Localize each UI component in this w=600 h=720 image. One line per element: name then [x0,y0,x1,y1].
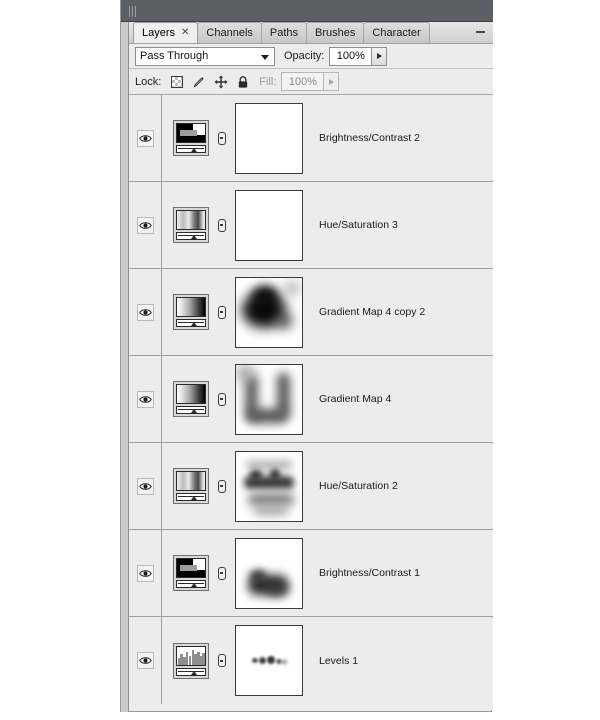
panel-menu-icon[interactable] [473,26,487,38]
layer-mask-thumbnail[interactable] [235,189,303,261]
tab-channels[interactable]: Channels [197,22,262,43]
table-row[interactable]: Gradient Map 4 copy 2 [129,268,493,356]
eye-icon[interactable] [136,390,154,408]
layer-thumbnails [162,95,303,182]
tab-character[interactable]: Character [363,22,430,43]
eye-icon[interactable] [136,129,154,147]
fill-value: 100% [288,75,317,88]
link-icon[interactable] [215,294,229,330]
layer-name[interactable]: Levels 1 [303,655,493,667]
layer-name[interactable]: Brightness/Contrast 2 [303,132,493,144]
link-icon[interactable] [215,381,229,417]
panel-dock-bar[interactable] [121,0,493,22]
layer-thumbnails [162,182,303,269]
eye-icon[interactable] [136,564,154,582]
opacity-input[interactable]: 100% [329,46,373,66]
lock-transparent-pixels-icon[interactable] [170,75,184,89]
fill-label: Fill: [259,75,277,88]
layer-name[interactable]: Hue/Saturation 2 [303,480,493,492]
fill-input[interactable]: 100% [281,72,325,91]
hue-saturation-icon[interactable] [173,468,209,504]
link-icon[interactable] [215,468,229,504]
layers-panel: Layers ✕ Channels Paths Brushes Characte… [120,0,493,712]
link-icon[interactable] [215,643,229,679]
lock-label: Lock: [135,75,162,88]
layer-thumbnails [162,269,303,356]
layer-thumbnails [162,443,303,530]
tab-character-label: Character [372,27,421,39]
table-row[interactable]: Hue/Saturation 3 [129,181,493,269]
blend-opacity-row: Pass Through Opacity: 100% [129,44,493,69]
table-row[interactable]: Brightness/Contrast 2 [129,95,493,182]
layer-visibility-cell[interactable] [129,95,162,182]
levels-icon[interactable] [173,642,209,679]
panel-tab-bar: Layers ✕ Channels Paths Brushes Characte… [129,22,493,44]
tab-paths[interactable]: Paths [260,22,308,43]
tab-layers[interactable]: Layers ✕ [133,22,199,43]
screenshot-root: Layers ✕ Channels Paths Brushes Characte… [0,0,600,720]
layer-mask-thumbnail[interactable] [235,537,303,609]
layer-thumbnails [162,617,303,704]
gradient-map-icon[interactable] [173,381,209,417]
brightness-contrast-icon[interactable] [173,555,209,591]
layer-name[interactable]: Gradient Map 4 [303,393,493,405]
tab-brushes-label: Brushes [315,27,356,39]
table-row[interactable]: Gradient Map 4 [129,355,493,443]
close-icon[interactable]: ✕ [181,28,189,38]
layer-mask-thumbnail[interactable] [235,450,303,522]
layer-visibility-cell[interactable] [129,181,162,269]
panel-drag-grip[interactable] [129,6,139,17]
tab-channels-label: Channels [206,27,253,39]
gradient-map-icon[interactable] [173,294,209,330]
brightness-contrast-icon[interactable] [173,120,209,156]
lock-image-pixels-icon[interactable] [192,75,206,89]
eye-icon[interactable] [136,303,154,321]
link-icon[interactable] [215,555,229,591]
chevron-down-icon [261,54,269,60]
layer-visibility-cell[interactable] [129,268,162,356]
opacity-value: 100% [336,50,365,62]
link-icon[interactable] [215,207,229,243]
tab-brushes[interactable]: Brushes [306,22,365,43]
opacity-label: Opacity: [284,50,325,62]
blend-mode-select[interactable]: Pass Through [135,46,275,66]
blend-mode-value: Pass Through [140,50,209,62]
table-row[interactable]: Brightness/Contrast 1 [129,529,493,617]
eye-icon[interactable] [136,652,154,669]
link-icon[interactable] [215,120,229,156]
layer-thumbnails [162,530,303,617]
dock-left-gutter [121,22,129,712]
eye-icon[interactable] [136,216,154,234]
layer-visibility-cell[interactable] [129,442,162,530]
layer-mask-thumbnail[interactable] [235,363,303,435]
layer-list[interactable]: Brightness/Contrast 2 Hue/Saturation 3 G… [129,95,493,710]
tab-layers-label: Layers [142,27,176,39]
eye-icon[interactable] [136,477,154,495]
levels-histogram [176,645,206,666]
layer-visibility-cell[interactable] [129,617,162,704]
layer-thumbnails [162,356,303,443]
opacity-slider-button[interactable] [372,46,388,66]
lock-position-icon[interactable] [214,74,228,89]
table-row[interactable]: Levels 1 [129,617,493,704]
fill-slider-button[interactable] [324,72,340,91]
layer-mask-thumbnail[interactable] [235,276,303,348]
layer-name[interactable]: Hue/Saturation 3 [303,219,493,231]
lock-fill-row: Lock: Fill: 100% [129,69,493,95]
layer-mask-thumbnail[interactable] [235,102,303,174]
lock-all-icon[interactable] [236,75,250,89]
lock-button-group [170,74,250,89]
layer-name[interactable]: Gradient Map 4 copy 2 [303,306,493,318]
tab-paths-label: Paths [269,27,299,39]
layer-name[interactable]: Brightness/Contrast 1 [303,567,493,579]
table-row[interactable]: Hue/Saturation 2 [129,442,493,530]
layer-visibility-cell[interactable] [129,529,162,617]
layer-visibility-cell[interactable] [129,355,162,443]
hue-saturation-icon[interactable] [173,207,209,243]
layer-mask-thumbnail[interactable] [235,625,303,696]
